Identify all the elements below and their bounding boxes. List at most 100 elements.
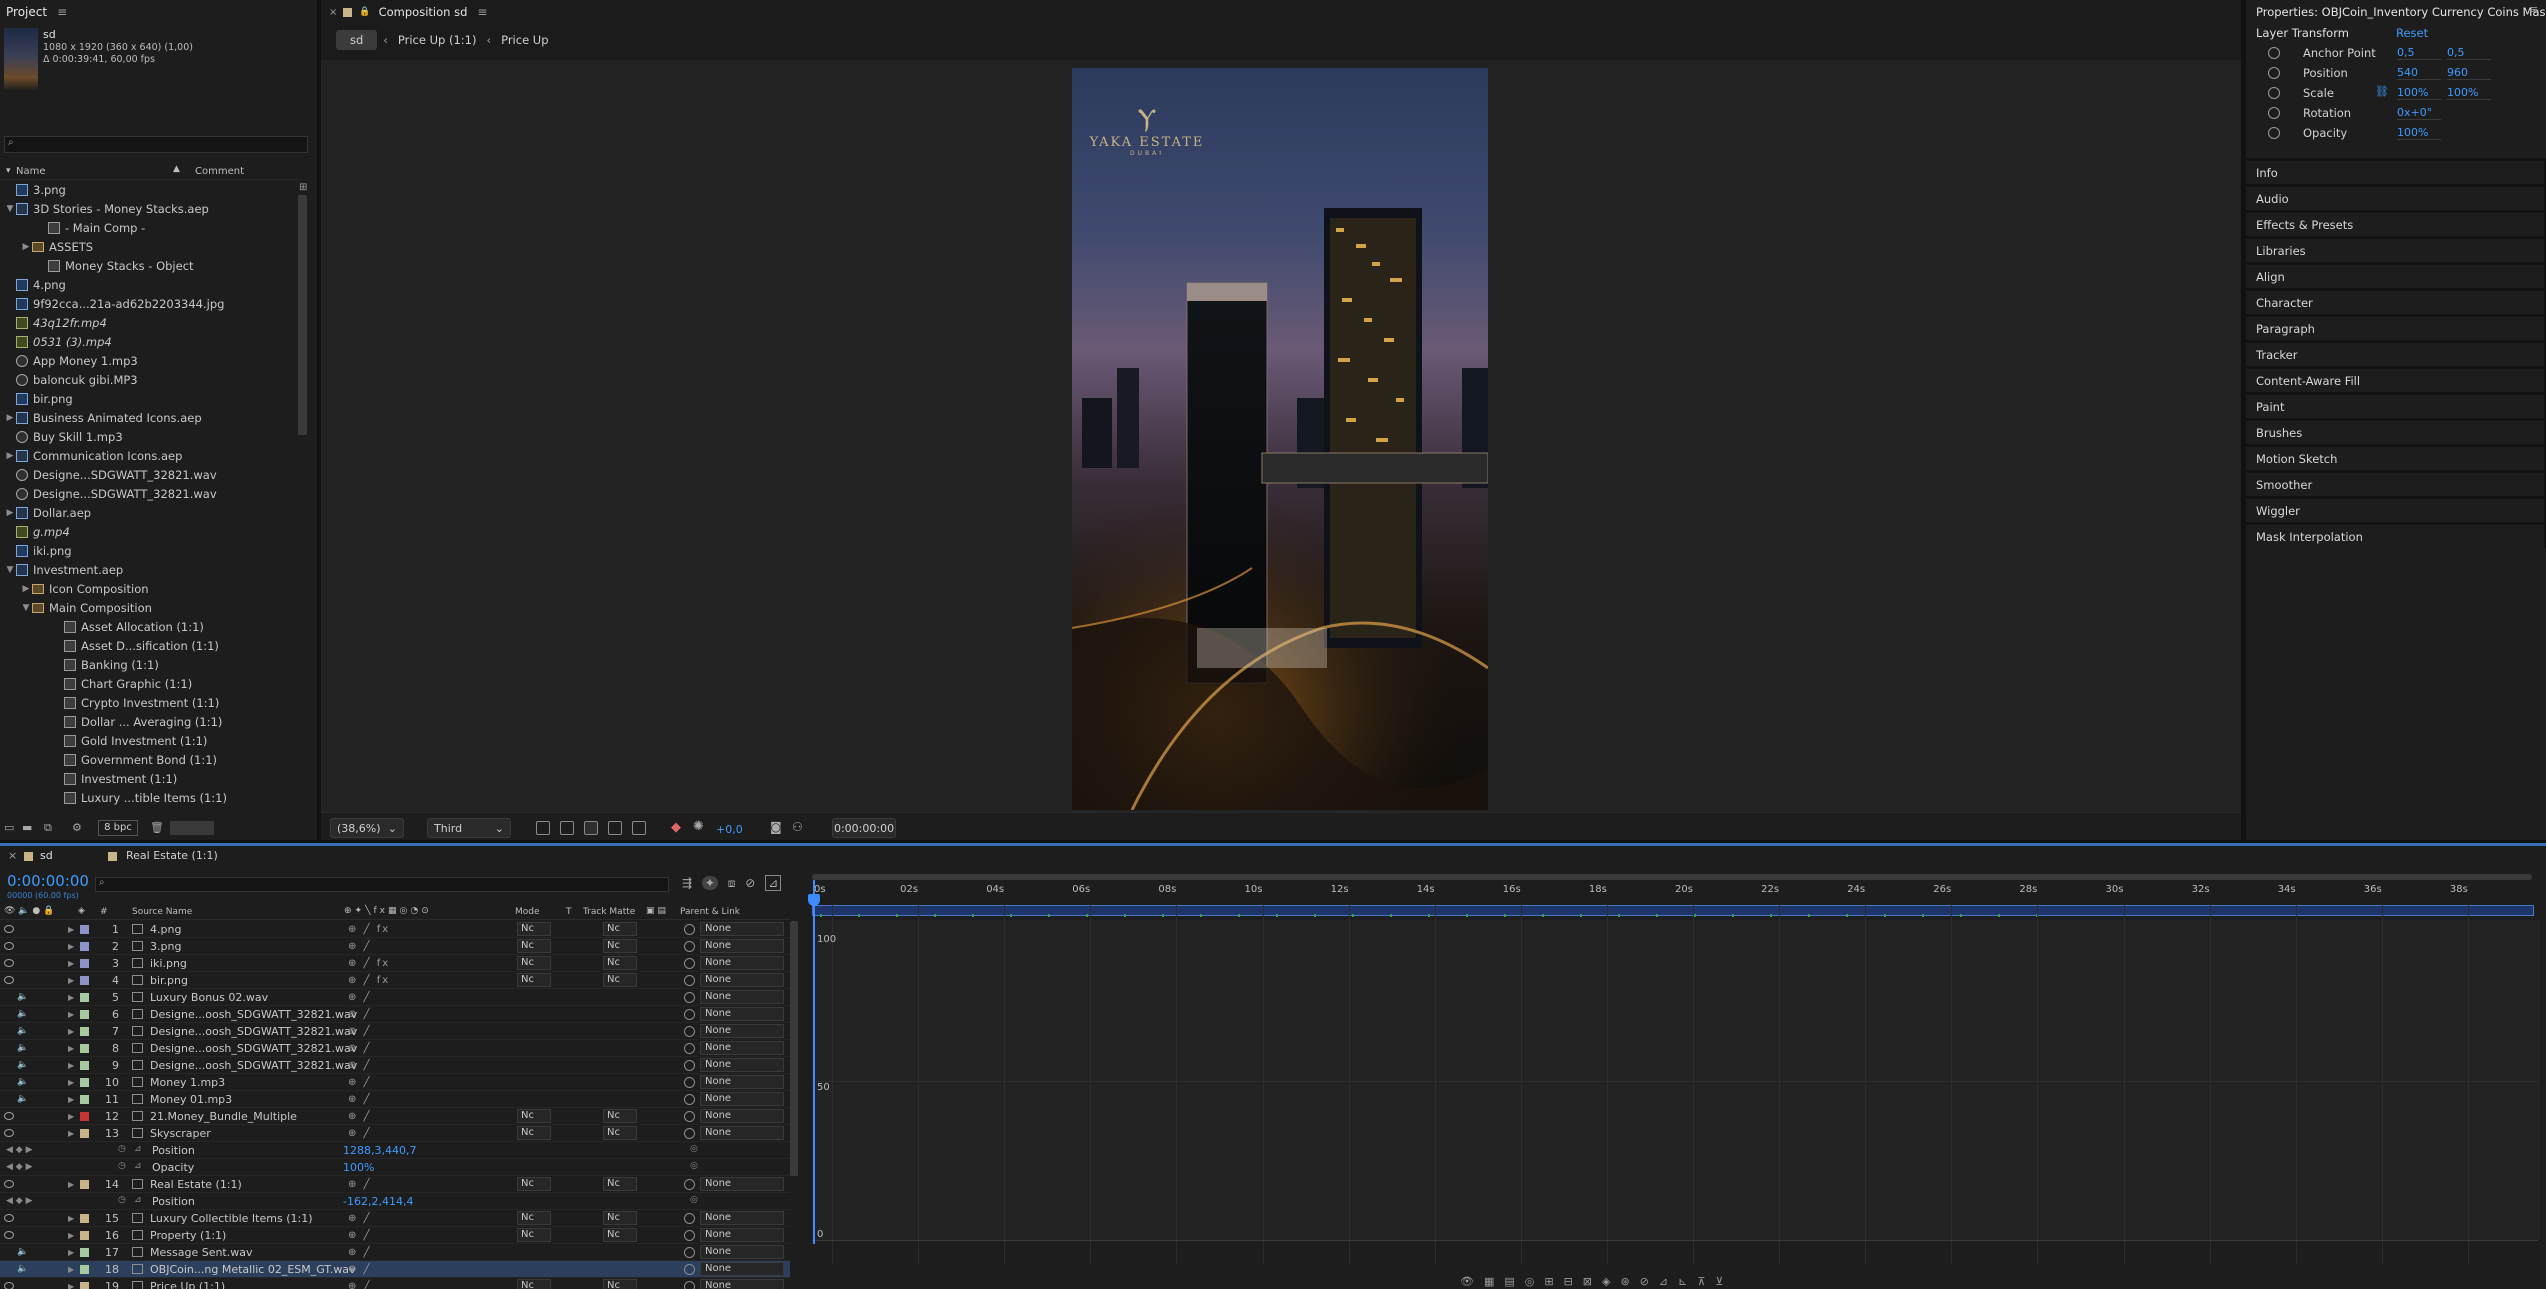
expression-pickwhip-icon[interactable]: ◎ bbox=[690, 1144, 698, 1154]
parent-select[interactable]: None bbox=[700, 1126, 784, 1140]
mode-select[interactable]: Nc bbox=[517, 1211, 551, 1225]
eye-icon[interactable] bbox=[4, 1112, 14, 1120]
panel-section-paint[interactable]: Paint bbox=[2246, 394, 2544, 418]
layer-name[interactable]: bir.png bbox=[150, 974, 188, 987]
eye-icon[interactable] bbox=[4, 1231, 14, 1239]
property-row[interactable]: ◀ ◆ ▶ ◷ ⊿ Position -162,2,414,4 ◎ bbox=[0, 1193, 790, 1210]
region-of-interest-icon[interactable] bbox=[608, 821, 622, 835]
color-swatch[interactable] bbox=[170, 821, 214, 835]
stopwatch-icon[interactable] bbox=[2268, 67, 2280, 79]
breadcrumb-sd[interactable]: sd bbox=[336, 30, 378, 50]
current-time-indicator[interactable] bbox=[813, 880, 815, 1244]
layer-switches[interactable]: ⊕ ╱ bbox=[348, 1128, 372, 1139]
expression-pickwhip-icon[interactable]: ◎ bbox=[690, 1161, 698, 1171]
panel-section-libraries[interactable]: Libraries bbox=[2246, 238, 2544, 262]
layer-name[interactable]: Luxury Bonus 02.wav bbox=[150, 991, 268, 1004]
layer-switches[interactable]: ⊕ ╱ bbox=[348, 1077, 372, 1088]
layer-switches[interactable]: ⊕ ╱ bbox=[348, 1094, 372, 1105]
label-column-icon[interactable]: ▾ bbox=[6, 166, 11, 176]
mode-select[interactable]: Nc bbox=[517, 1126, 551, 1140]
project-item[interactable]: ▼ Main Composition bbox=[0, 598, 300, 617]
layer-switches[interactable]: ⊕ ╱ bbox=[348, 992, 372, 1003]
timeline-search-input[interactable]: ⌕ bbox=[95, 877, 669, 892]
viewer-timecode[interactable]: 0:00:00:00 bbox=[832, 818, 896, 838]
label-color[interactable] bbox=[80, 924, 89, 934]
mode-select[interactable]: Nc bbox=[517, 1279, 551, 1289]
close-tab-icon[interactable]: × bbox=[329, 7, 337, 18]
layer-scrollbar[interactable] bbox=[790, 921, 798, 1176]
project-item[interactable]: bir.png bbox=[0, 389, 300, 408]
composition-flowchart-icon[interactable]: ⇶ bbox=[682, 876, 692, 890]
graph-toolbar-icons[interactable]: 👁▦▤◎⊞⊟⊠◈⊛⊘⊿⊾⊼⊻ bbox=[1460, 1275, 1733, 1288]
project-item[interactable]: ▶ Dollar.aep bbox=[0, 503, 300, 522]
panel-section-wiggler[interactable]: Wiggler bbox=[2246, 498, 2544, 522]
layer-row[interactable]: 🔈 ▶ 9 Designe...oosh_SDGWATT_32821.wav ⊕ ╱ No… bbox=[0, 1057, 790, 1074]
project-item[interactable]: 4.png bbox=[0, 275, 300, 294]
time-ruler[interactable]: 0s 02s 04s 06s 08s 10s 12s 14s 16s 18s 20s 22s 24s 26… bbox=[812, 880, 2538, 904]
layer-switches[interactable]: ⊕ ╱ bbox=[348, 1043, 372, 1054]
project-item[interactable]: baloncuk gibi.MP3 bbox=[0, 370, 300, 389]
parent-pickwhip-icon[interactable] bbox=[684, 1042, 695, 1054]
layer-switches[interactable]: ⊕ ╱ bbox=[348, 1230, 372, 1241]
eye-icon[interactable] bbox=[4, 1180, 14, 1188]
eye-icon[interactable] bbox=[4, 959, 14, 967]
breadcrumb-price-up[interactable]: Price Up bbox=[501, 33, 548, 47]
twirl-closed-icon[interactable]: ▶ bbox=[68, 976, 74, 985]
layer-row[interactable]: ▶ 14 Real Estate (1:1) ⊕ ╱ Nc Nc None bbox=[0, 1176, 790, 1193]
constrain-proportions-icon[interactable]: ⛓ bbox=[2375, 85, 2389, 98]
parent-pickwhip-icon[interactable] bbox=[684, 1076, 695, 1088]
parent-select[interactable]: None bbox=[700, 1177, 784, 1191]
project-item[interactable]: 0531 (3).mp4 bbox=[0, 332, 300, 351]
parent-select[interactable]: None bbox=[700, 1024, 784, 1038]
twirl-closed-icon[interactable]: ▶ bbox=[4, 413, 16, 423]
speaker-icon[interactable]: 🔈 bbox=[17, 1043, 28, 1053]
project-item[interactable]: Investment (1:1) bbox=[0, 769, 300, 788]
project-item[interactable]: Banking (1:1) bbox=[0, 655, 300, 674]
parent-select[interactable]: None bbox=[700, 1041, 784, 1055]
label-color[interactable] bbox=[80, 1026, 89, 1036]
project-item[interactable]: - Main Comp - bbox=[0, 218, 300, 237]
panel-menu-icon[interactable]: ≡ bbox=[57, 5, 67, 19]
layer-name[interactable]: Skyscraper bbox=[150, 1127, 211, 1140]
parent-select[interactable]: None bbox=[700, 1075, 784, 1089]
layer-name[interactable]: Real Estate (1:1) bbox=[150, 1178, 242, 1191]
layer-row[interactable]: ▶ 4 bir.png ⊕ ╱ fx Nc Nc None bbox=[0, 972, 790, 989]
twirl-open-icon[interactable]: ▼ bbox=[4, 204, 16, 214]
mode-select[interactable]: Nc bbox=[517, 973, 551, 987]
label-color[interactable] bbox=[80, 958, 89, 968]
speaker-icon[interactable]: 🔈 bbox=[17, 1094, 28, 1104]
twirl-closed-icon[interactable]: ▶ bbox=[68, 1044, 74, 1053]
layer-row[interactable]: 🔈 ▶ 6 Designe...oosh_SDGWATT_32821.wav ⊕ ╱ No… bbox=[0, 1006, 790, 1023]
grid-guide-icon[interactable] bbox=[632, 821, 646, 835]
project-item[interactable]: ▶ Communication Icons.aep bbox=[0, 446, 300, 465]
project-item[interactable]: Chart Graphic (1:1) bbox=[0, 674, 300, 693]
project-item[interactable]: 3.png bbox=[0, 180, 300, 199]
exposure-value[interactable]: +0,0 bbox=[716, 823, 743, 836]
shy-icon[interactable]: ⧈ bbox=[728, 876, 736, 890]
layer-name[interactable]: OBJCoin...ng Metallic 02_ESM_GT.wav bbox=[150, 1263, 356, 1276]
track-matte-select[interactable]: Nc bbox=[603, 973, 637, 987]
mode-select[interactable]: Nc bbox=[517, 1228, 551, 1242]
speaker-icon[interactable]: 🔈 bbox=[17, 1077, 28, 1087]
project-item[interactable]: Crypto Investment (1:1) bbox=[0, 693, 300, 712]
layer-row[interactable]: ▶ 2 3.png ⊕ ╱ Nc Nc None bbox=[0, 938, 790, 955]
project-item[interactable]: 43q12fr.mp4 bbox=[0, 313, 300, 332]
layer-row[interactable]: 🔈 ▶ 17 Message Sent.wav ⊕ ╱ None bbox=[0, 1244, 790, 1261]
parent-pickwhip-icon[interactable] bbox=[684, 1178, 695, 1190]
sort-up-icon[interactable]: ▲ bbox=[173, 164, 180, 174]
track-matte-select[interactable]: Nc bbox=[603, 939, 637, 953]
layer-name[interactable]: Message Sent.wav bbox=[150, 1246, 253, 1259]
twirl-closed-icon[interactable]: ▶ bbox=[68, 1010, 74, 1019]
project-item[interactable]: ▶ Business Animated Icons.aep bbox=[0, 408, 300, 427]
project-scrollbar[interactable] bbox=[298, 195, 307, 435]
property-value[interactable]: 100% bbox=[343, 1161, 374, 1174]
keyframe-navigator-icon[interactable]: ◀ ◆ ▶ bbox=[6, 1145, 33, 1155]
parent-pickwhip-icon[interactable] bbox=[684, 974, 695, 986]
track-matte-select[interactable]: Nc bbox=[603, 1279, 637, 1289]
parent-link-header[interactable]: Parent & Link bbox=[680, 907, 740, 917]
panel-section-brushes[interactable]: Brushes bbox=[2246, 420, 2544, 444]
property-row[interactable]: ◀ ◆ ▶ ◷ ⊿ Position 1288,3,440,7 ◎ bbox=[0, 1142, 790, 1159]
frame-blending-icon[interactable]: ⊘ bbox=[745, 876, 755, 890]
panel-section-effects-presets[interactable]: Effects & Presets bbox=[2246, 212, 2544, 236]
parent-pickwhip-icon[interactable] bbox=[684, 1093, 695, 1105]
